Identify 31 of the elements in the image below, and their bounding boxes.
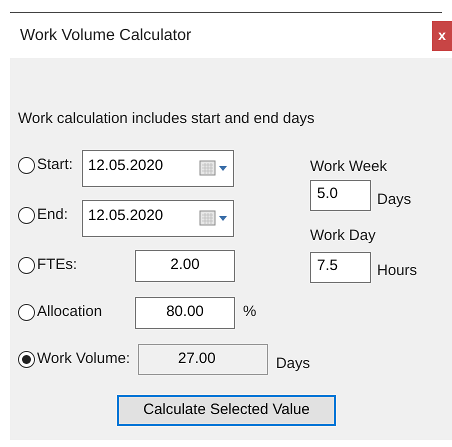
- date-value: 12.05.2020: [88, 206, 164, 226]
- number-field[interactable]: 5.0: [310, 180, 371, 211]
- option-label: FTEs:: [37, 255, 77, 276]
- unit-label: Hours: [377, 261, 418, 281]
- field-label: Work Day: [310, 226, 377, 246]
- radio-button[interactable]: [18, 157, 35, 174]
- option-label: Allocation: [37, 302, 102, 322]
- radio-button[interactable]: [18, 257, 35, 274]
- number-field[interactable]: 7.5: [310, 252, 371, 282]
- radio-button[interactable]: [18, 304, 35, 321]
- date-value: 12.05.2020: [88, 156, 164, 176]
- option-label: End:: [37, 205, 68, 226]
- window-title: Work Volume Calculator: [20, 26, 192, 46]
- number-field[interactable]: 2.00: [135, 250, 235, 282]
- date-field[interactable]: 12.05.2020: [82, 150, 234, 186]
- info-text: Work calculation includes start and end days: [18, 109, 316, 129]
- unit-label: Days: [276, 354, 310, 374]
- option-label: Start:: [37, 155, 73, 176]
- close-button[interactable]: x: [432, 20, 452, 50]
- calculate-button[interactable]: Calculate Selected Value: [117, 394, 336, 426]
- radio-button[interactable]: [18, 207, 35, 224]
- field-label: Work Week: [310, 156, 388, 176]
- date-field[interactable]: 12.05.2020: [82, 200, 234, 236]
- number-field[interactable]: 80.00: [135, 296, 235, 328]
- calendar-dropdown-icon[interactable]: [199, 210, 229, 226]
- unit-label: Days: [377, 190, 412, 210]
- option-label: Work Volume:: [37, 349, 130, 370]
- unit-label: %: [243, 302, 256, 322]
- result-field: 27.00: [138, 344, 268, 374]
- radio-button[interactable]: [18, 351, 35, 368]
- calendar-dropdown-icon[interactable]: [199, 160, 229, 176]
